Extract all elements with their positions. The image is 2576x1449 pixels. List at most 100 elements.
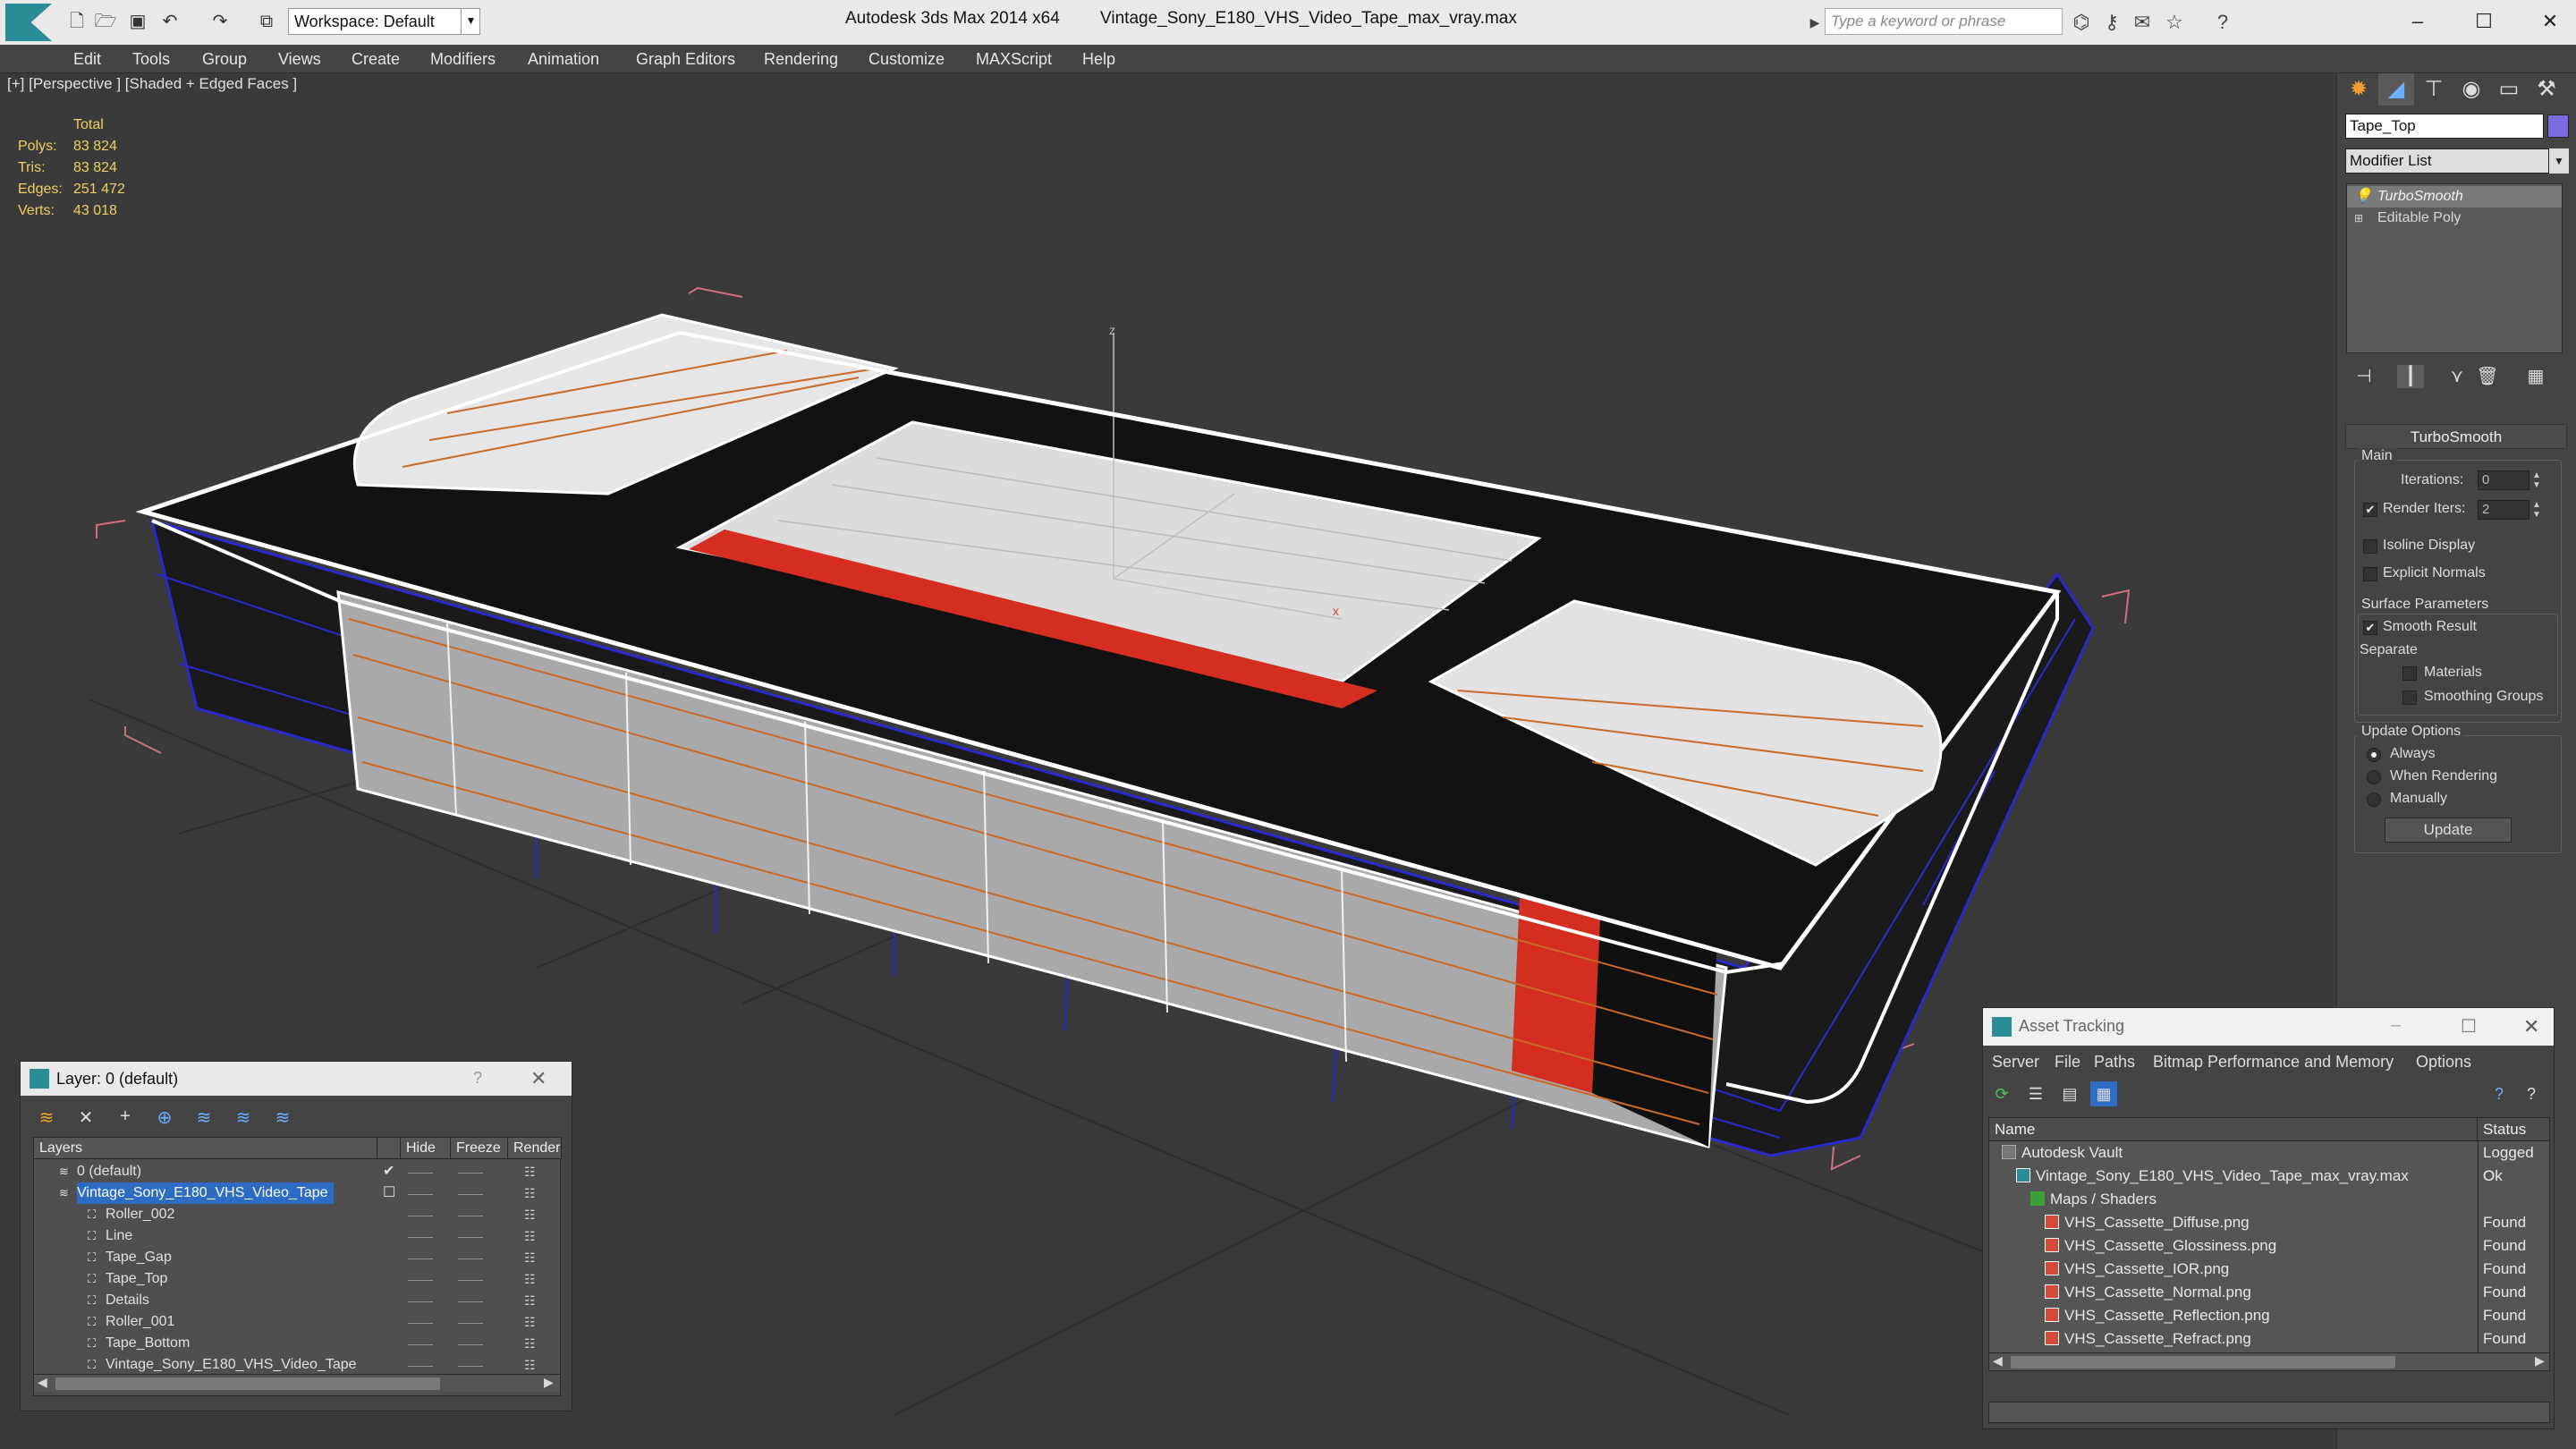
vault-help-icon[interactable]: ? xyxy=(2486,1081,2512,1106)
hide-toggle-icon[interactable]: —— xyxy=(408,1247,433,1268)
hide-toggle-icon[interactable]: —— xyxy=(408,1354,433,1376)
modifier-list-dropdown[interactable]: Modifier List xyxy=(2345,148,2549,174)
help-icon[interactable]: ? xyxy=(2209,9,2236,36)
asset-row[interactable]: VHS_Cassette_Glossiness.png Found xyxy=(1989,1234,2549,1258)
freeze-all-icon[interactable]: ≋ xyxy=(269,1106,296,1130)
help-icon[interactable]: ? xyxy=(473,1069,482,1088)
materials-checkbox[interactable] xyxy=(2402,666,2417,681)
layer-row[interactable]: ⛶ Tape_Bottom —— —— ☷ xyxy=(34,1333,560,1354)
make-unique-icon[interactable]: ⋎ xyxy=(2444,365,2470,388)
close-button[interactable]: ✕ xyxy=(2528,5,2572,38)
asset-row[interactable]: Autodesk Vault Logged O xyxy=(1989,1141,2549,1184)
scroll-right-icon[interactable]: ▶ xyxy=(544,1375,554,1390)
scroll-thumb[interactable] xyxy=(55,1377,440,1390)
asset-menu-file[interactable]: File xyxy=(2055,1053,2080,1072)
lightbulb-icon[interactable]: 💡 xyxy=(2354,186,2372,208)
menu-tools[interactable]: Tools xyxy=(132,50,170,69)
expand-icon[interactable]: ⊞ xyxy=(2354,208,2363,229)
hide-toggle-icon[interactable]: —— xyxy=(408,1161,433,1182)
layer-row-name[interactable]: Tape_Bottom xyxy=(106,1333,195,1354)
new-file-icon[interactable]: 🗋 xyxy=(64,9,89,34)
hide-toggle-icon[interactable]: —— xyxy=(408,1311,433,1333)
render-toggle-icon[interactable]: ☷ xyxy=(524,1290,536,1311)
modify-tab-icon[interactable]: ◢ xyxy=(2378,73,2414,106)
layer-row[interactable]: ⛶ Line —— —— ☷ xyxy=(34,1225,560,1247)
configure-sets-icon[interactable]: ▦ xyxy=(2522,365,2549,388)
smooth-result-checkbox[interactable]: ✔ xyxy=(2363,621,2377,635)
create-tab-icon[interactable]: ✹ xyxy=(2341,73,2377,106)
save-icon[interactable]: ▣ xyxy=(125,9,150,34)
layer-row-name[interactable]: Details xyxy=(106,1290,155,1311)
help-icon[interactable]: ? xyxy=(2518,1081,2545,1106)
chevron-down-icon[interactable]: ▼ xyxy=(2549,148,2569,174)
layer-row-name[interactable]: Roller_001 xyxy=(106,1311,180,1333)
layer-row-name[interactable]: 0 (default) xyxy=(77,1161,147,1182)
menu-group[interactable]: Group xyxy=(202,50,247,69)
asset-path-field[interactable] xyxy=(1988,1402,2550,1423)
close-button[interactable]: ✕ xyxy=(2523,1015,2539,1038)
freeze-toggle-icon[interactable]: —— xyxy=(458,1311,483,1333)
list-view-icon[interactable]: ☰ xyxy=(2022,1081,2049,1106)
undo-icon[interactable]: ↶ xyxy=(157,9,182,34)
show-end-result-icon[interactable]: ┃ xyxy=(2397,365,2424,388)
menu-maxscript[interactable]: MAXScript xyxy=(976,50,1052,69)
add-selection-icon[interactable]: + xyxy=(112,1106,139,1130)
asset-row[interactable]: Vintage_Sony_E180_VHS_Video_Tape_max_vra… xyxy=(1989,1165,2549,1188)
manually-radio[interactable] xyxy=(2367,792,2381,807)
hide-toggle-icon[interactable]: —— xyxy=(408,1204,433,1225)
layer-row-name[interactable]: Roller_002 xyxy=(106,1204,180,1225)
render-iters-checkbox[interactable]: ✔ xyxy=(2363,503,2377,517)
modifier-stack[interactable]: 💡 TurboSmooth ⊞ Editable Poly xyxy=(2346,183,2563,353)
spinner-arrows-icon[interactable]: ▲ ▼ xyxy=(2529,470,2544,490)
current-layer-box-icon[interactable]: ☐ xyxy=(383,1182,395,1204)
display-tab-icon[interactable]: ▭ xyxy=(2491,73,2527,106)
motion-tab-icon[interactable]: ◉ xyxy=(2453,73,2489,106)
app-logo-icon[interactable] xyxy=(5,4,52,41)
isoline-checkbox[interactable] xyxy=(2363,539,2377,554)
menu-help[interactable]: Help xyxy=(1082,50,1115,69)
when-rendering-radio[interactable] xyxy=(2367,770,2381,784)
hide-toggle-icon[interactable]: —— xyxy=(408,1333,433,1354)
column-header-freeze[interactable]: Freeze xyxy=(451,1138,508,1159)
turbosmooth-rollout[interactable]: TurboSmooth xyxy=(2345,424,2567,449)
asset-menu-server[interactable]: Server xyxy=(1992,1053,2039,1072)
freeze-toggle-icon[interactable]: —— xyxy=(458,1161,483,1182)
asset-menu-bitmap[interactable]: Bitmap Performance and Memory xyxy=(2153,1053,2394,1072)
asset-row[interactable]: VHS_Cassette_Diffuse.png Found xyxy=(1989,1211,2549,1234)
layer-row-name[interactable]: Line xyxy=(106,1225,138,1247)
create-layer-icon[interactable]: ≋ xyxy=(33,1106,60,1130)
column-header-hide[interactable]: Hide xyxy=(401,1138,451,1159)
render-toggle-icon[interactable]: ☷ xyxy=(524,1204,536,1225)
hide-toggle-icon[interactable]: —— xyxy=(408,1290,433,1311)
column-header-name[interactable]: Name xyxy=(1989,1118,2478,1141)
asset-dialog-titlebar[interactable]: Asset Tracking – ☐ ✕ xyxy=(1983,1008,2554,1046)
layer-row[interactable]: ⛶ Roller_001 —— —— ☷ xyxy=(34,1311,560,1333)
freeze-toggle-icon[interactable]: —— xyxy=(458,1247,483,1268)
stack-item-turbosmooth[interactable]: 💡 TurboSmooth xyxy=(2347,186,2562,208)
render-toggle-icon[interactable]: ☷ xyxy=(524,1311,536,1333)
active-layer-check-icon[interactable]: ✔ xyxy=(383,1161,394,1182)
asset-menu-options[interactable]: Options xyxy=(2416,1053,2471,1072)
render-toggle-icon[interactable]: ☷ xyxy=(524,1247,536,1268)
render-toggle-icon[interactable]: ☷ xyxy=(524,1268,536,1290)
viewport-label[interactable]: [+] [Perspective ] [Shaded + Edged Faces… xyxy=(7,75,297,93)
chevron-down-icon[interactable]: ▼ xyxy=(461,8,480,35)
render-toggle-icon[interactable]: ☷ xyxy=(524,1161,536,1182)
update-button[interactable]: Update xyxy=(2385,818,2512,843)
freeze-toggle-icon[interactable]: —— xyxy=(458,1354,483,1376)
hide-toggle-icon[interactable]: —— xyxy=(408,1225,433,1247)
iterations-spinner[interactable]: 0 xyxy=(2478,470,2529,490)
hierarchy-tab-icon[interactable]: ⊤ xyxy=(2416,73,2452,106)
freeze-toggle-icon[interactable]: —— xyxy=(458,1182,483,1204)
column-header-render[interactable]: Render xyxy=(508,1138,562,1159)
menu-edit[interactable]: Edit xyxy=(73,50,101,69)
horizontal-scrollbar[interactable]: ◀ ▶ xyxy=(34,1374,560,1392)
freeze-toggle-icon[interactable]: —— xyxy=(458,1225,483,1247)
maximize-button[interactable]: ☐ xyxy=(2461,1015,2477,1038)
layer-row[interactable]: ⛶ Details —— —— ☷ xyxy=(34,1290,560,1311)
scroll-left-icon[interactable]: ◀ xyxy=(38,1375,47,1390)
menu-animation[interactable]: Animation xyxy=(528,50,599,69)
scroll-thumb[interactable] xyxy=(2011,1356,2395,1368)
refresh-icon[interactable]: ⟳ xyxy=(1988,1081,2015,1106)
star-icon[interactable]: ☆ xyxy=(2161,9,2188,36)
